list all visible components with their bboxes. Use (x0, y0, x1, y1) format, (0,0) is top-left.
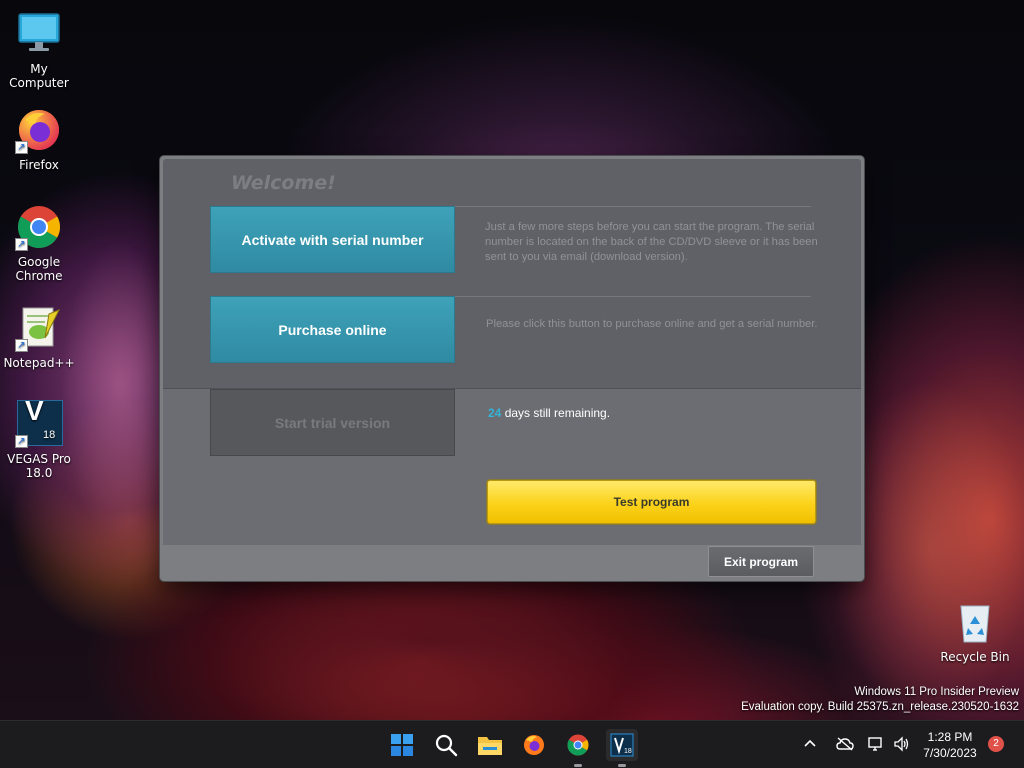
shortcut-arrow-icon: ↗ (15, 238, 28, 251)
activation-dialog: Welcome! Activate with serial number Jus… (160, 156, 864, 581)
desktop-icon-firefox[interactable]: ↗ Firefox (0, 106, 78, 172)
purchase-description: Please click this button to purchase onl… (486, 318, 818, 330)
file-explorer-icon (478, 737, 502, 755)
search-button[interactable] (430, 729, 462, 761)
taskbar: 18 1:28 PM 7/30/2023 (0, 720, 1024, 768)
vegas-version-badge: 18 (43, 429, 56, 441)
days-remaining-text: days still remaining. (501, 406, 611, 420)
desktop-icon-label: Notepad++ (3, 356, 75, 370)
desktop-icon-label: Recycle Bin (940, 650, 1010, 664)
start-icon (391, 734, 413, 756)
shortcut-arrow-icon: ↗ (15, 141, 28, 154)
start-trial-button[interactable]: Start trial version (210, 389, 455, 456)
svg-text:18: 18 (624, 748, 632, 755)
desktop-icon-google-chrome[interactable]: ↗ Google Chrome (0, 203, 78, 283)
shortcut-arrow-icon: ↗ (15, 435, 28, 448)
chrome-taskbar-button[interactable] (562, 729, 594, 767)
file-explorer-button[interactable] (474, 729, 506, 761)
chrome-icon: ↗ (15, 203, 63, 251)
activate-description: Just a few more steps before you can sta… (485, 221, 818, 263)
desktop-icon-label: Google Chrome (15, 255, 63, 283)
notepad-plus-plus-icon: ↗ (15, 304, 63, 352)
desktop-icon-my-computer[interactable]: My Computer (0, 10, 78, 90)
firefox-taskbar-button[interactable] (518, 729, 550, 761)
running-indicator (574, 764, 582, 767)
days-remaining-count: 24 (488, 406, 502, 420)
vegas-letter: V (25, 395, 44, 426)
firefox-icon: ↗ (15, 106, 63, 154)
running-indicator (618, 764, 626, 767)
exit-program-button[interactable]: Exit program (708, 546, 814, 577)
clock-time: 1:28 PM (927, 730, 973, 744)
watermark-edition: Windows 11 Pro Insider Preview (854, 686, 1019, 698)
windows-watermark: Windows 11 Pro Insider Preview Evaluatio… (741, 685, 1019, 715)
volume-icon[interactable] (890, 735, 914, 755)
system-tray (800, 721, 914, 768)
desktop-icon-label: VEGAS Pro 18.0 (7, 452, 71, 480)
notification-badge[interactable]: 2 (988, 736, 1004, 752)
chrome-icon (567, 734, 589, 756)
taskbar-clock[interactable]: 1:28 PM 7/30/2023 (912, 729, 988, 761)
cloud-off-icon[interactable] (830, 736, 860, 754)
desktop-icon-notepad-plus-plus[interactable]: ↗ Notepad++ (0, 304, 78, 370)
firefox-icon (524, 735, 544, 755)
purchase-online-button[interactable]: Purchase online (210, 296, 455, 363)
test-program-button[interactable]: Test program (487, 480, 816, 524)
trial-section: Start trial version 24 days still remain… (163, 388, 861, 545)
dialog-content: Welcome! Activate with serial number Jus… (163, 159, 861, 545)
desktop-icon-vegas-pro[interactable]: V 18 ↗ VEGAS Pro 18.0 (0, 395, 78, 481)
vegas-pro-icon: 18 (610, 733, 634, 757)
welcome-heading: Welcome! (231, 172, 336, 194)
watermark-build: Evaluation copy. Build 25375.zn_release.… (741, 701, 1019, 713)
vegas-pro-icon: V 18 ↗ (15, 395, 63, 448)
trial-days-remaining: 24 days still remaining. (488, 406, 610, 420)
monitor-icon (15, 10, 63, 58)
clock-date: 7/30/2023 (923, 746, 977, 760)
network-icon[interactable] (864, 736, 888, 755)
activate-serial-button[interactable]: Activate with serial number (210, 206, 455, 273)
chevron-up-icon[interactable] (800, 737, 820, 754)
start-button[interactable] (386, 729, 418, 761)
recycle-bin-icon (951, 598, 999, 646)
desktop-icon-recycle-bin[interactable]: Recycle Bin (936, 598, 1014, 664)
vegas-taskbar-button[interactable]: 18 (606, 729, 638, 767)
search-icon (435, 734, 458, 757)
shortcut-arrow-icon: ↗ (15, 339, 28, 352)
desktop-icon-label: My Computer (9, 62, 69, 90)
desktop-icon-label: Firefox (19, 158, 59, 172)
